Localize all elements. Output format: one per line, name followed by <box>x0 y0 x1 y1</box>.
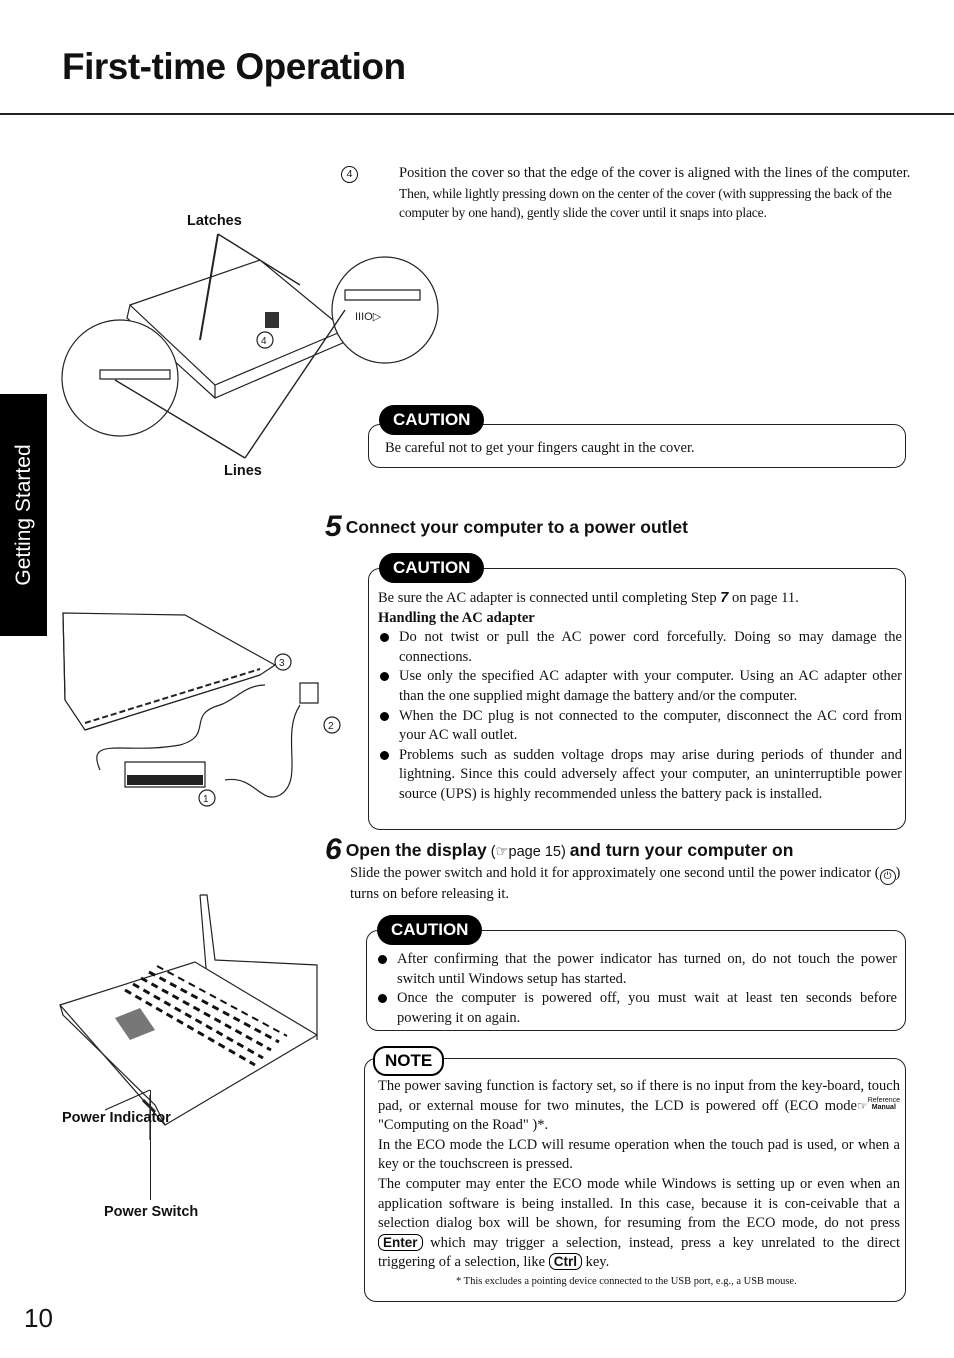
reference-manual-mark[interactable]: Reference Manual <box>868 1097 900 1111</box>
power-indicator-icon: ⏻ <box>879 869 896 885</box>
ac-adapter-connection-illustration: 1 2 3 <box>55 605 345 810</box>
note-paragraph-3: The computer may enter the ECO mode whil… <box>378 1175 900 1271</box>
caution-bullet: Once the computer is powered off, you mu… <box>376 989 897 1028</box>
power-indicator-label: Power Indicator <box>62 1110 171 1126</box>
caution-text: Be careful not to get your fingers caugh… <box>385 440 695 456</box>
note-footnote: * This excludes a pointing device connec… <box>456 1275 797 1287</box>
note-box: NOTE The power saving function is factor… <box>364 1046 906 1302</box>
caution-box-cover: CAUTION Be careful not to get your finge… <box>368 405 906 468</box>
step6-instruction: Slide the power switch and hold it for a… <box>350 865 901 902</box>
step5-heading: 5 Connect your computer to a power outle… <box>325 510 688 544</box>
step6-heading: 6 Open the display (☞page 15) and turn y… <box>325 833 794 866</box>
power-switch-illustration <box>55 890 325 1140</box>
caution-box-power: CAUTION After confirming that the power … <box>366 915 906 1031</box>
power-switch-leader-line <box>150 1090 152 1200</box>
caution-box-ac-adapter: CAUTION Be sure the AC adapter is connec… <box>368 553 906 830</box>
marker-1: 1 <box>203 794 209 805</box>
caution-heading: CAUTION <box>379 553 485 583</box>
svg-text:IIIO▷: IIIO▷ <box>355 311 382 323</box>
pointing-hand-icon: ☞ <box>856 1098 868 1113</box>
caution-bullet: After confirming that the power indicato… <box>376 950 897 989</box>
pointing-hand-icon: ☞ <box>495 844 509 860</box>
page-number: 10 <box>24 1303 53 1333</box>
power-switch-label: Power Switch <box>104 1204 199 1220</box>
step5-title: Connect your computer to a power outlet <box>345 517 688 537</box>
latches-label: Latches <box>187 213 242 229</box>
step6-number: 6 <box>325 833 342 866</box>
caution-bullet: When the DC plug is not connected to the… <box>378 707 902 746</box>
caution-intro: Be sure the AC adapter is connected unti… <box>378 590 799 606</box>
caution-heading: CAUTION <box>379 405 485 435</box>
title-divider <box>0 113 954 115</box>
caution-subheading: Handling the AC adapter <box>378 609 535 626</box>
step4-subtext: Then, while lightly pressing down on the… <box>399 185 892 221</box>
caution-heading: CAUTION <box>377 915 483 945</box>
note-paragraph-2: In the ECO mode the LCD will resume oper… <box>378 1136 900 1173</box>
step6-title-part2: and turn your computer on <box>569 840 794 860</box>
figure1-step-marker: 4 <box>261 336 267 347</box>
step4-instruction: 4 Position the cover so that the edge of… <box>341 164 911 223</box>
step5-number: 5 <box>325 510 342 543</box>
caution-bullet: Problems such as sudden voltage drops ma… <box>378 746 902 805</box>
enter-key-icon: Enter <box>378 1233 423 1251</box>
ctrl-key-icon: Ctrl <box>548 1253 582 1271</box>
section-side-tab: Getting Started <box>0 394 47 636</box>
caution-bullet: Use only the specified AC adapter with y… <box>378 667 902 706</box>
step6-title-part1: Open the display <box>345 840 487 860</box>
marker-3: 3 <box>279 658 285 669</box>
section-side-tab-label: Getting Started <box>11 444 35 586</box>
step4-text: Position the cover so that the edge of t… <box>399 165 911 181</box>
step6-page-ref[interactable]: page 15 <box>509 844 561 860</box>
step4-marker: 4 <box>341 166 358 183</box>
note-paragraph-1: The power saving function is factory set… <box>378 1078 900 1134</box>
caution-bullet: Do not twist or pull the AC power cord f… <box>378 628 902 667</box>
note-heading: NOTE <box>373 1046 445 1076</box>
page-title: First-time Operation <box>62 46 406 87</box>
marker-2: 2 <box>328 721 334 732</box>
